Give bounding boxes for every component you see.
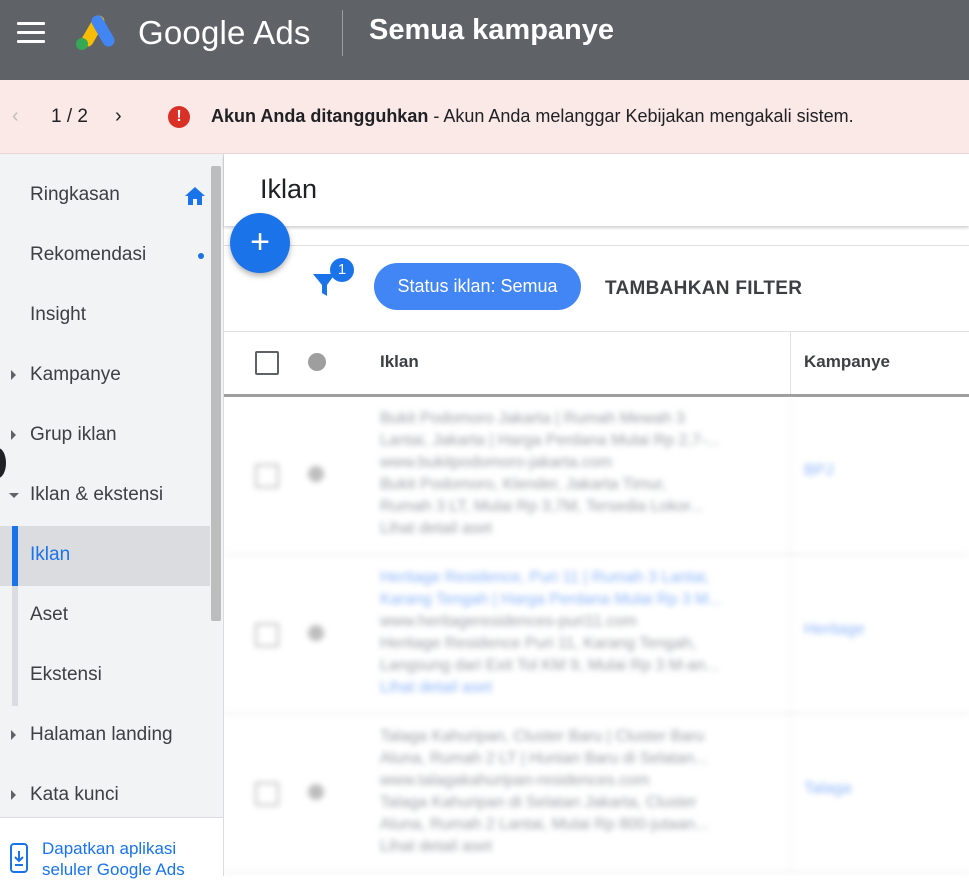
table-row[interactable]: Bukit Podomoro Jakarta | Rumah Mewah 3 L…	[224, 396, 969, 555]
alert-pager: 1 / 2	[51, 106, 88, 127]
ad-description: Talaga Kahuripan di Selatan Jakarta, Clu…	[380, 794, 697, 811]
ad-preview[interactable]: Talaga Kahuripan, Cluster Baru | Cluster…	[380, 726, 760, 858]
caret-right-icon	[11, 430, 16, 440]
ad-headline: Talaga Kahuripan, Cluster Baru | Cluster…	[380, 728, 705, 745]
column-divider	[790, 332, 791, 394]
ad-headline: Lantai, Jakarta | Harga Perdana Mulai Rp…	[380, 432, 720, 449]
page-title[interactable]: Semua kampanye	[369, 14, 614, 47]
ad-headline: Bukit Podomoro Jakarta | Rumah Mewah 3	[380, 410, 685, 427]
ad-description: Langsung dari Exit Tol KM 9, Mulai Rp 3 …	[380, 657, 719, 674]
status-dot-icon	[308, 466, 324, 482]
chevron-right-icon[interactable]: ›	[115, 106, 129, 126]
main-title: Iklan	[260, 174, 318, 204]
ad-url: www.bukitpodomoro-jakarta.com	[380, 454, 613, 471]
status-dot-icon	[308, 784, 324, 800]
brand-name: Google Ads	[138, 14, 311, 51]
main-title-bar: Iklan	[224, 154, 969, 226]
sidebar-item-rekomendasi[interactable]: Rekomendasi	[0, 226, 210, 286]
column-header-ad[interactable]: Iklan	[380, 352, 419, 372]
status-column-icon[interactable]	[308, 353, 326, 371]
campaign-link[interactable]: Talaga	[804, 780, 851, 798]
table-row[interactable]: Talaga Kahuripan, Cluster Baru | Cluster…	[224, 714, 969, 873]
sidebar-item-iklan[interactable]: Iklan	[0, 526, 210, 586]
sidebar-item-label: Grup iklan	[30, 424, 117, 445]
menu-icon[interactable]	[17, 22, 45, 43]
asset-details-link[interactable]: Lihat detail aset	[380, 518, 760, 540]
column-header-campaign[interactable]: Kampanye	[804, 352, 890, 372]
sidebar-item-halaman-landing[interactable]: Halaman landing	[0, 706, 210, 766]
ad-url: www.talagakahuripan-residences.com	[380, 772, 650, 789]
ad-headline: Karang Tengah | Harga Perdana Mulai Rp 3…	[380, 591, 722, 608]
ad-url: www.heritageresidences-puri11.com	[380, 613, 637, 630]
notification-dot	[198, 253, 204, 259]
ad-preview[interactable]: Heritage Residence, Puri 11 | Rumah 3 La…	[380, 567, 760, 699]
get-mobile-app-link[interactable]: Dapatkan aplikasi seluler Google Ads	[42, 838, 217, 880]
sidebar-item-label: Ekstensi	[30, 664, 102, 685]
filter-divider	[224, 245, 969, 246]
table-header: Iklan Kampanye	[224, 331, 969, 397]
sidebar-item-label: Aset	[30, 604, 69, 625]
alert-message: - Akun Anda melanggar Kebijakan mengakal…	[428, 106, 854, 126]
sidebar-scrollbar[interactable]	[211, 166, 221, 621]
row-checkbox[interactable]	[255, 464, 279, 488]
ad-headline: Aluna, Rumah 2 LT | Hunian Baru di Selat…	[380, 750, 708, 767]
table-row[interactable]: Heritage Residence, Puri 11 | Rumah 3 La…	[224, 555, 969, 714]
add-ad-button[interactable]: +	[230, 213, 290, 273]
status-filter-chip[interactable]: Status iklan: Semua	[374, 263, 581, 310]
sidebar-item-ringkasan[interactable]: Ringkasan	[0, 166, 210, 226]
sidebar-item-iklan-ekstensi[interactable]: Iklan & ekstensi	[0, 466, 210, 526]
sidebar-item-aset[interactable]: Aset	[0, 586, 210, 646]
status-dot-icon	[308, 625, 324, 641]
sidebar-item-grup-iklan[interactable]: Grup iklan	[0, 406, 210, 466]
alert-title: Akun Anda ditangguhkan	[211, 106, 429, 126]
google-ads-logo	[76, 15, 115, 50]
error-icon: !	[168, 106, 190, 128]
sidebar-item-label: Insight	[30, 304, 86, 325]
asset-details-link[interactable]: Lihat detail aset	[380, 677, 760, 699]
column-divider	[790, 555, 791, 713]
ad-headline: Heritage Residence, Puri 11 | Rumah 3 La…	[380, 569, 710, 586]
campaign-link[interactable]: Heritage	[804, 621, 864, 639]
caret-right-icon	[11, 730, 16, 740]
top-app-bar: Google Ads Semua kampanye	[0, 0, 969, 80]
ad-description: Bukit Podomoro, Klender, Jakarta Timur,	[380, 476, 667, 493]
alert-text: Akun Anda ditangguhkan - Akun Anda melan…	[211, 106, 854, 127]
row-checkbox[interactable]	[255, 623, 279, 647]
column-divider	[790, 714, 791, 872]
header-divider	[342, 10, 343, 56]
ad-description: Aluna, Rumah 2 Lantai, Mulai Rp 800-juta…	[380, 816, 709, 833]
sidebar-item-label: Kata kunci	[30, 784, 119, 805]
sidebar-item-label: Iklan	[30, 544, 71, 565]
sidebar-item-label: Ringkasan	[30, 184, 120, 205]
select-all-checkbox[interactable]	[255, 351, 279, 375]
ad-description: Heritage Residence Puri 11, Karang Tenga…	[380, 635, 697, 652]
chevron-left-icon[interactable]: ‹	[12, 106, 26, 126]
ad-preview[interactable]: Bukit Podomoro Jakarta | Rumah Mewah 3 L…	[380, 408, 760, 540]
sidebar-item-label: Iklan & ekstensi	[30, 484, 164, 505]
ads-table-body: Bukit Podomoro Jakarta | Rumah Mewah 3 L…	[224, 396, 969, 876]
sidebar-item-label: Halaman landing	[30, 724, 173, 745]
account-suspended-alert: ‹ 1 / 2 › ! Akun Anda ditangguhkan - Aku…	[0, 80, 969, 154]
campaign-link[interactable]: BPJ	[804, 462, 833, 480]
caret-down-icon	[9, 493, 19, 498]
column-divider	[790, 396, 791, 554]
add-filter-button[interactable]: TAMBAHKAN FILTER	[605, 278, 802, 300]
sidebar-item-label: Rekomendasi	[30, 244, 147, 265]
phone-download-icon	[10, 843, 28, 873]
home-icon	[185, 187, 205, 205]
sidebar-item-kampanye[interactable]: Kampanye	[0, 346, 210, 406]
ad-description: Rumah 3 LT, Mulai Rp 3,7M, Tersedia Loko…	[380, 498, 704, 515]
asset-details-link[interactable]: Lihat detail aset	[380, 836, 760, 858]
row-checkbox[interactable]	[255, 782, 279, 806]
sidebar-item-ekstensi[interactable]: Ekstensi	[0, 646, 210, 706]
sidebar-item-label: Kampanye	[30, 364, 121, 385]
caret-right-icon	[11, 370, 16, 380]
filter-count-badge: 1	[330, 258, 354, 282]
sidebar-item-insight[interactable]: Insight	[0, 286, 210, 346]
caret-right-icon	[11, 790, 16, 800]
